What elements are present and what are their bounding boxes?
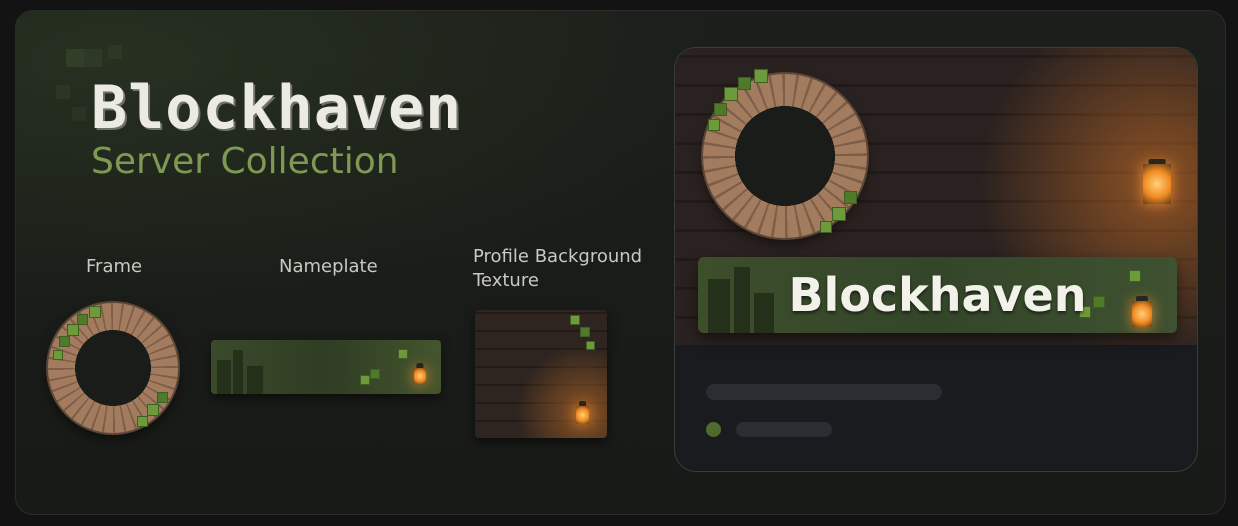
- leaf: [715, 104, 726, 115]
- preview-display-name: Blockhaven: [788, 268, 1087, 322]
- leaf: [158, 393, 167, 402]
- leaf: [581, 328, 589, 336]
- leaf: [148, 405, 158, 415]
- vine-frame-icon: [48, 303, 178, 433]
- decor-pixel: [72, 107, 86, 121]
- skeleton-line: [736, 422, 832, 437]
- leaf: [371, 370, 379, 378]
- leaf: [833, 208, 845, 220]
- leaf: [739, 78, 750, 89]
- profile-preview: Blockhaven: [674, 47, 1198, 472]
- leaf: [821, 222, 831, 232]
- lantern-icon: [414, 368, 426, 384]
- leaf: [78, 315, 87, 324]
- decor-pixel: [56, 85, 70, 99]
- leaf: [361, 376, 369, 384]
- leaf: [845, 192, 856, 203]
- decor-pixel: [66, 49, 84, 67]
- tree-silhouette: [217, 360, 231, 394]
- lantern-icon: [1143, 164, 1171, 204]
- status-dot: [706, 422, 721, 437]
- leaf: [755, 70, 767, 82]
- leaf: [571, 316, 579, 324]
- nameplate-item[interactable]: [211, 340, 441, 394]
- page-title: Blockhaven: [91, 73, 463, 143]
- tree-silhouette: [233, 350, 243, 394]
- page-subtitle: Server Collection: [91, 141, 399, 182]
- leaf: [68, 325, 78, 335]
- nameplate-label: Nameplate: [279, 256, 378, 277]
- lantern-icon: [576, 406, 589, 424]
- texture-label: Profile Background Texture: [473, 246, 643, 291]
- frame-item[interactable]: [48, 303, 178, 433]
- frame-label: Frame: [86, 256, 143, 277]
- leaf: [54, 351, 62, 359]
- collection-card: Blockhaven Server Collection Frame Namep…: [15, 10, 1226, 515]
- leaf: [709, 120, 719, 130]
- leaf: [587, 342, 594, 349]
- texture-item[interactable]: [475, 310, 607, 438]
- tree-silhouette: [247, 366, 263, 394]
- leaf: [90, 307, 100, 317]
- leaf: [138, 417, 147, 426]
- preview-nameplate: Blockhaven: [698, 257, 1177, 333]
- leaf: [725, 88, 737, 100]
- decor-pixel: [108, 45, 122, 59]
- leaf: [399, 350, 407, 358]
- skeleton-line: [706, 384, 942, 400]
- leaf: [60, 337, 69, 346]
- decor-pixel: [84, 49, 102, 67]
